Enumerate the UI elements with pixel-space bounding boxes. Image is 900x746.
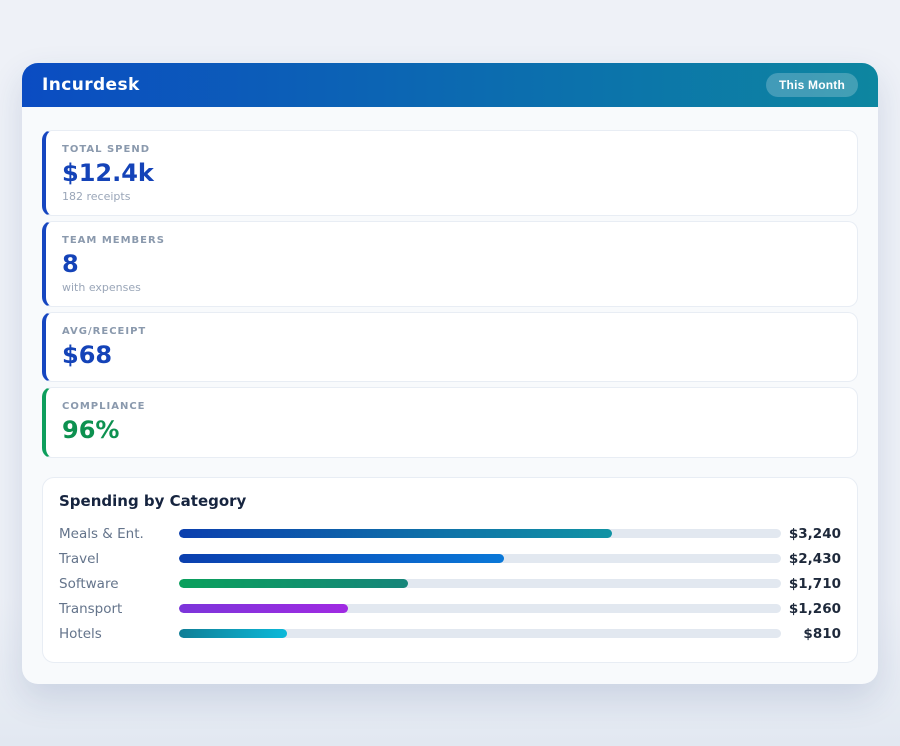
stat-value: $12.4k (62, 159, 841, 188)
stat-card-compliance: COMPLIANCE 96% (42, 387, 858, 458)
chart-title: Spending by Category (59, 492, 841, 510)
stat-label: COMPLIANCE (62, 401, 841, 412)
category-bar-track (179, 529, 781, 538)
category-amount: $3,240 (781, 526, 841, 542)
category-row-meals: Meals & Ent. $3,240 (59, 521, 841, 546)
stat-subtext: with expenses (62, 281, 841, 294)
dashboard-content: TOTAL SPEND $12.4k 182 receipts TEAM MEM… (22, 107, 878, 683)
category-row-transport: Transport $1,260 (59, 596, 841, 621)
category-amount: $1,710 (781, 576, 841, 592)
category-bar-track (179, 579, 781, 588)
stat-label: AVG/RECEIPT (62, 326, 841, 337)
category-bar-fill (179, 529, 612, 538)
stat-card-avg-receipt: AVG/RECEIPT $68 (42, 312, 858, 383)
period-badge-button[interactable]: This Month (766, 73, 858, 97)
category-bar-track (179, 629, 781, 638)
category-label: Hotels (59, 626, 179, 642)
stat-label: TOTAL SPEND (62, 144, 841, 155)
stat-subtext: 182 receipts (62, 190, 841, 203)
category-bar-track (179, 604, 781, 613)
category-row-travel: Travel $2,430 (59, 546, 841, 571)
spending-by-category-card: Spending by Category Meals & Ent. $3,240… (42, 477, 858, 663)
category-amount: $2,430 (781, 551, 841, 567)
category-amount: $1,260 (781, 601, 841, 617)
category-bar-fill (179, 604, 348, 613)
category-row-hotels: Hotels $810 (59, 621, 841, 646)
category-label: Software (59, 576, 179, 592)
stat-value: 96% (62, 416, 841, 445)
category-label: Meals & Ent. (59, 526, 179, 542)
category-bar-fill (179, 629, 287, 638)
category-amount: $810 (781, 626, 841, 642)
app-header: Incurdesk This Month (22, 63, 878, 107)
dashboard-panel: Incurdesk This Month TOTAL SPEND $12.4k … (22, 63, 878, 684)
category-bar-fill (179, 579, 408, 588)
stat-label: TEAM MEMBERS (62, 235, 841, 246)
app-title: Incurdesk (42, 75, 140, 95)
category-label: Travel (59, 551, 179, 567)
category-bar-track (179, 554, 781, 563)
stat-card-total-spend: TOTAL SPEND $12.4k 182 receipts (42, 130, 858, 216)
category-row-software: Software $1,710 (59, 571, 841, 596)
category-label: Transport (59, 601, 179, 617)
category-bar-fill (179, 554, 504, 563)
stat-value: $68 (62, 341, 841, 370)
stat-value: 8 (62, 250, 841, 279)
stat-card-team-members: TEAM MEMBERS 8 with expenses (42, 221, 858, 307)
